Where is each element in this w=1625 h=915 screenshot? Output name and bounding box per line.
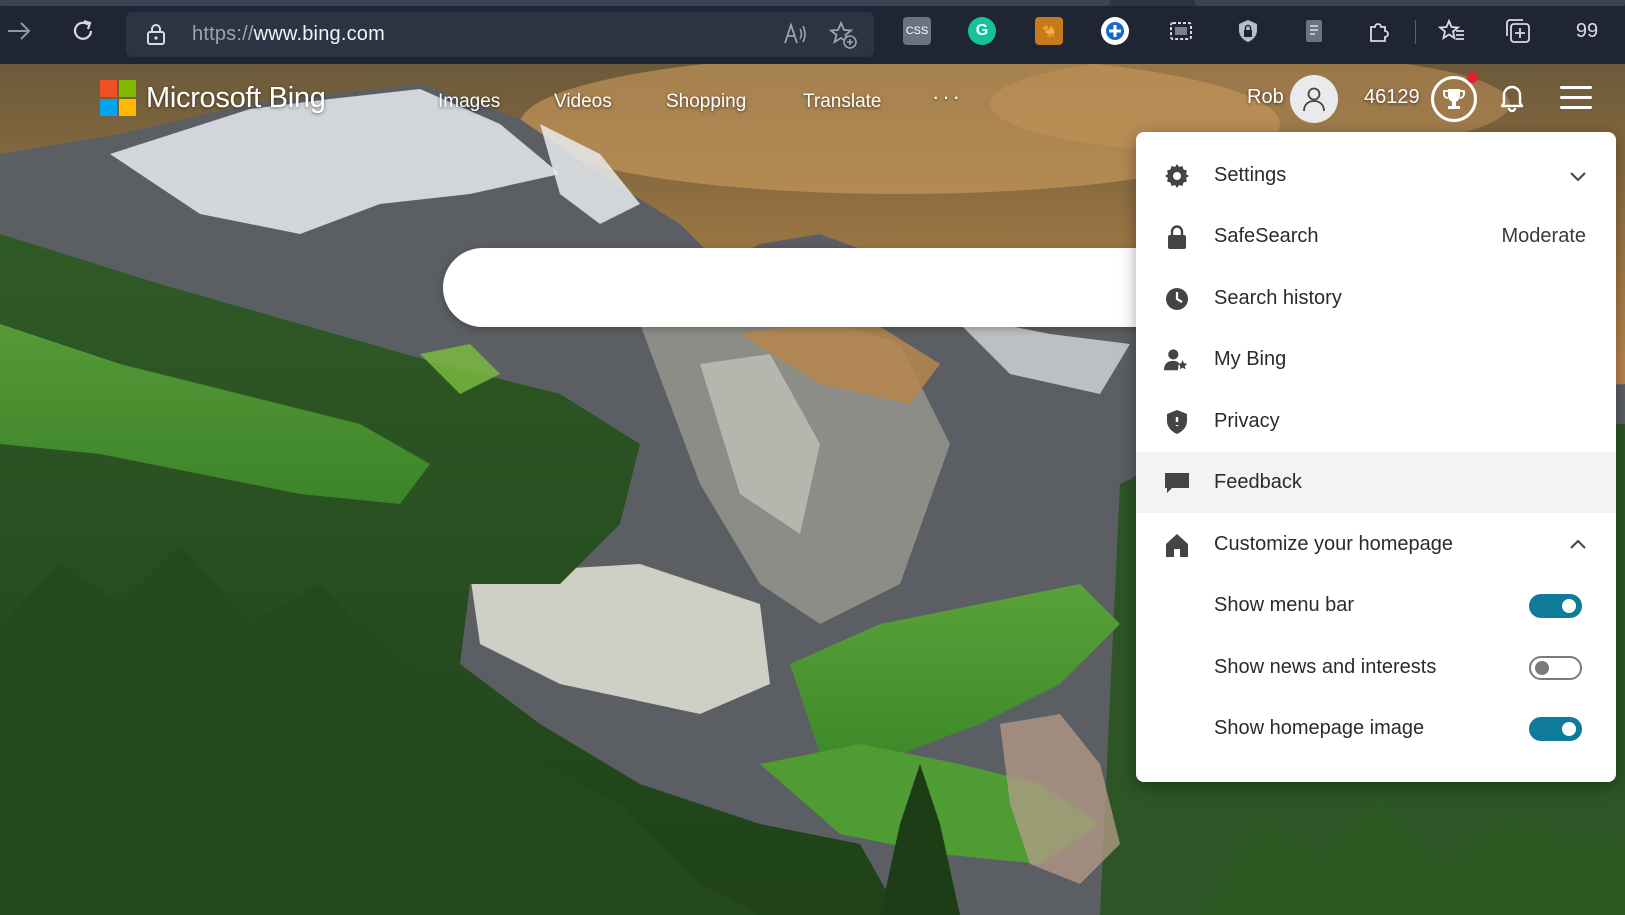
home-icon [1164, 532, 1190, 558]
plus-ext-icon[interactable] [1101, 17, 1129, 45]
chevron-down-icon[interactable] [1568, 166, 1588, 186]
add-favorite-button[interactable] [828, 20, 858, 55]
show-homepage-image-toggle[interactable] [1529, 716, 1582, 741]
url-host: www.bing.com [253, 23, 385, 45]
shield-ext-glyph [1239, 20, 1257, 42]
screenshot-glyph [1170, 22, 1192, 40]
read-aloud-icon[interactable] [782, 21, 808, 53]
shield-icon [1164, 409, 1190, 435]
notifications-button[interactable] [1498, 82, 1526, 117]
menu-item-label: My Bing [1214, 348, 1287, 370]
menu-item-label: Settings [1214, 164, 1287, 186]
menu-item-label: Privacy [1214, 410, 1280, 432]
puzzle-icon [1370, 23, 1389, 42]
forward-button[interactable] [2, 14, 36, 48]
user-name[interactable]: Rob [1247, 86, 1284, 109]
toggle-knob [1562, 721, 1576, 736]
page-ext-icon[interactable] [1300, 17, 1328, 45]
toggle-label: Show menu bar [1214, 594, 1355, 616]
more-nav-button[interactable]: ··· [932, 84, 963, 110]
menu-item-my-bing[interactable]: My Bing [1136, 329, 1616, 390]
star-plus-icon [828, 20, 857, 49]
nav-images[interactable]: Images [438, 91, 500, 113]
toggle-row-show-news: Show news and interests [1136, 637, 1616, 698]
bing-homepage: Microsoft Bing Images Videos Shopping Tr… [0, 64, 1625, 915]
show-news-toggle[interactable] [1529, 655, 1582, 680]
address-bar[interactable]: https://www.bing.com [126, 12, 874, 57]
tab-strip [0, 0, 1625, 6]
plus-ext-glyph [1106, 22, 1124, 40]
rewards-button[interactable] [1431, 72, 1478, 122]
favorites-button[interactable] [1438, 17, 1466, 45]
css-viewer-icon[interactable]: CSS [903, 17, 931, 45]
extensions-button[interactable] [1365, 17, 1393, 45]
menu-item-label: Search history [1214, 287, 1342, 309]
page-ext-glyph [1306, 20, 1322, 42]
bell-icon [1500, 85, 1524, 113]
show-menu-bar-toggle[interactable] [1529, 593, 1582, 618]
toggle-knob [1535, 660, 1549, 675]
notification-dot [1467, 72, 1478, 83]
url-text[interactable]: https://www.bing.com [192, 23, 385, 46]
gear-icon [1164, 163, 1190, 189]
settings-dropdown-menu: Settings SafeSearch Moderate Search hist… [1136, 132, 1616, 782]
read-aloud-glyph [784, 22, 806, 44]
collections-button[interactable] [1504, 17, 1532, 45]
arrow-right-icon [8, 22, 31, 40]
nav-shopping[interactable]: Shopping [666, 91, 746, 113]
toggle-label: Show homepage image [1214, 717, 1425, 739]
person-icon [1303, 87, 1325, 112]
menu-item-feedback[interactable]: Feedback [1136, 452, 1616, 513]
shield-ext-icon[interactable] [1234, 17, 1262, 45]
avatar[interactable] [1290, 75, 1338, 123]
user-star-icon [1164, 347, 1190, 373]
menu-item-safesearch[interactable]: SafeSearch Moderate [1136, 206, 1616, 267]
collections-icon [1506, 19, 1530, 43]
hamburger-line [1560, 86, 1592, 89]
refresh-icon [73, 19, 93, 40]
quote-ext-icon[interactable]: 99 [1570, 17, 1604, 45]
nav-videos[interactable]: Videos [554, 91, 612, 113]
refresh-button[interactable] [66, 14, 100, 48]
browser-toolbar: https://www.bing.com CSS G 🐪 99 [0, 0, 1625, 64]
chevron-up-icon[interactable] [1568, 535, 1588, 555]
toggle-label: Show news and interests [1214, 656, 1437, 678]
search-box[interactable] [443, 248, 1203, 327]
grammarly-icon[interactable]: G [968, 17, 996, 45]
menu-button[interactable] [1560, 86, 1592, 110]
camel-icon[interactable]: 🐪 [1035, 17, 1063, 45]
toolbar-separator [1415, 20, 1416, 44]
toggle-knob [1562, 598, 1576, 613]
menu-item-label: Feedback [1214, 471, 1302, 493]
screenshot-icon[interactable] [1167, 17, 1195, 45]
microsoft-logo-icon [100, 80, 136, 116]
rewards-points[interactable]: 46129 [1364, 86, 1420, 109]
bing-logo[interactable]: Microsoft Bing [100, 80, 326, 116]
trophy-icon [1443, 89, 1465, 109]
safesearch-value: Moderate [1501, 225, 1587, 247]
hamburger-line [1560, 96, 1592, 99]
menu-item-search-history[interactable]: Search history [1136, 268, 1616, 329]
menu-item-customize-homepage[interactable]: Customize your homepage [1136, 514, 1616, 575]
url-protocol: https:// [192, 23, 254, 45]
toggle-row-show-menu-bar: Show menu bar [1136, 575, 1616, 636]
hamburger-line [1560, 106, 1592, 109]
tab-other[interactable] [1195, 0, 1625, 6]
menu-item-label: SafeSearch [1214, 225, 1319, 247]
chat-icon [1164, 470, 1190, 496]
favorites-icon [1438, 18, 1464, 40]
nav-translate[interactable]: Translate [803, 91, 882, 113]
brand-name: Microsoft Bing [146, 81, 326, 114]
toggle-row-show-homepage-image: Show homepage image [1136, 698, 1616, 759]
menu-item-label: Customize your homepage [1214, 533, 1454, 555]
clock-icon [1164, 286, 1190, 312]
search-input[interactable] [483, 268, 1103, 308]
menu-item-privacy[interactable]: Privacy [1136, 391, 1616, 452]
menu-item-settings[interactable]: Settings [1136, 145, 1616, 206]
lock-icon [1164, 224, 1190, 250]
lock-icon[interactable] [146, 22, 166, 46]
tab-active[interactable] [0, 0, 1110, 6]
